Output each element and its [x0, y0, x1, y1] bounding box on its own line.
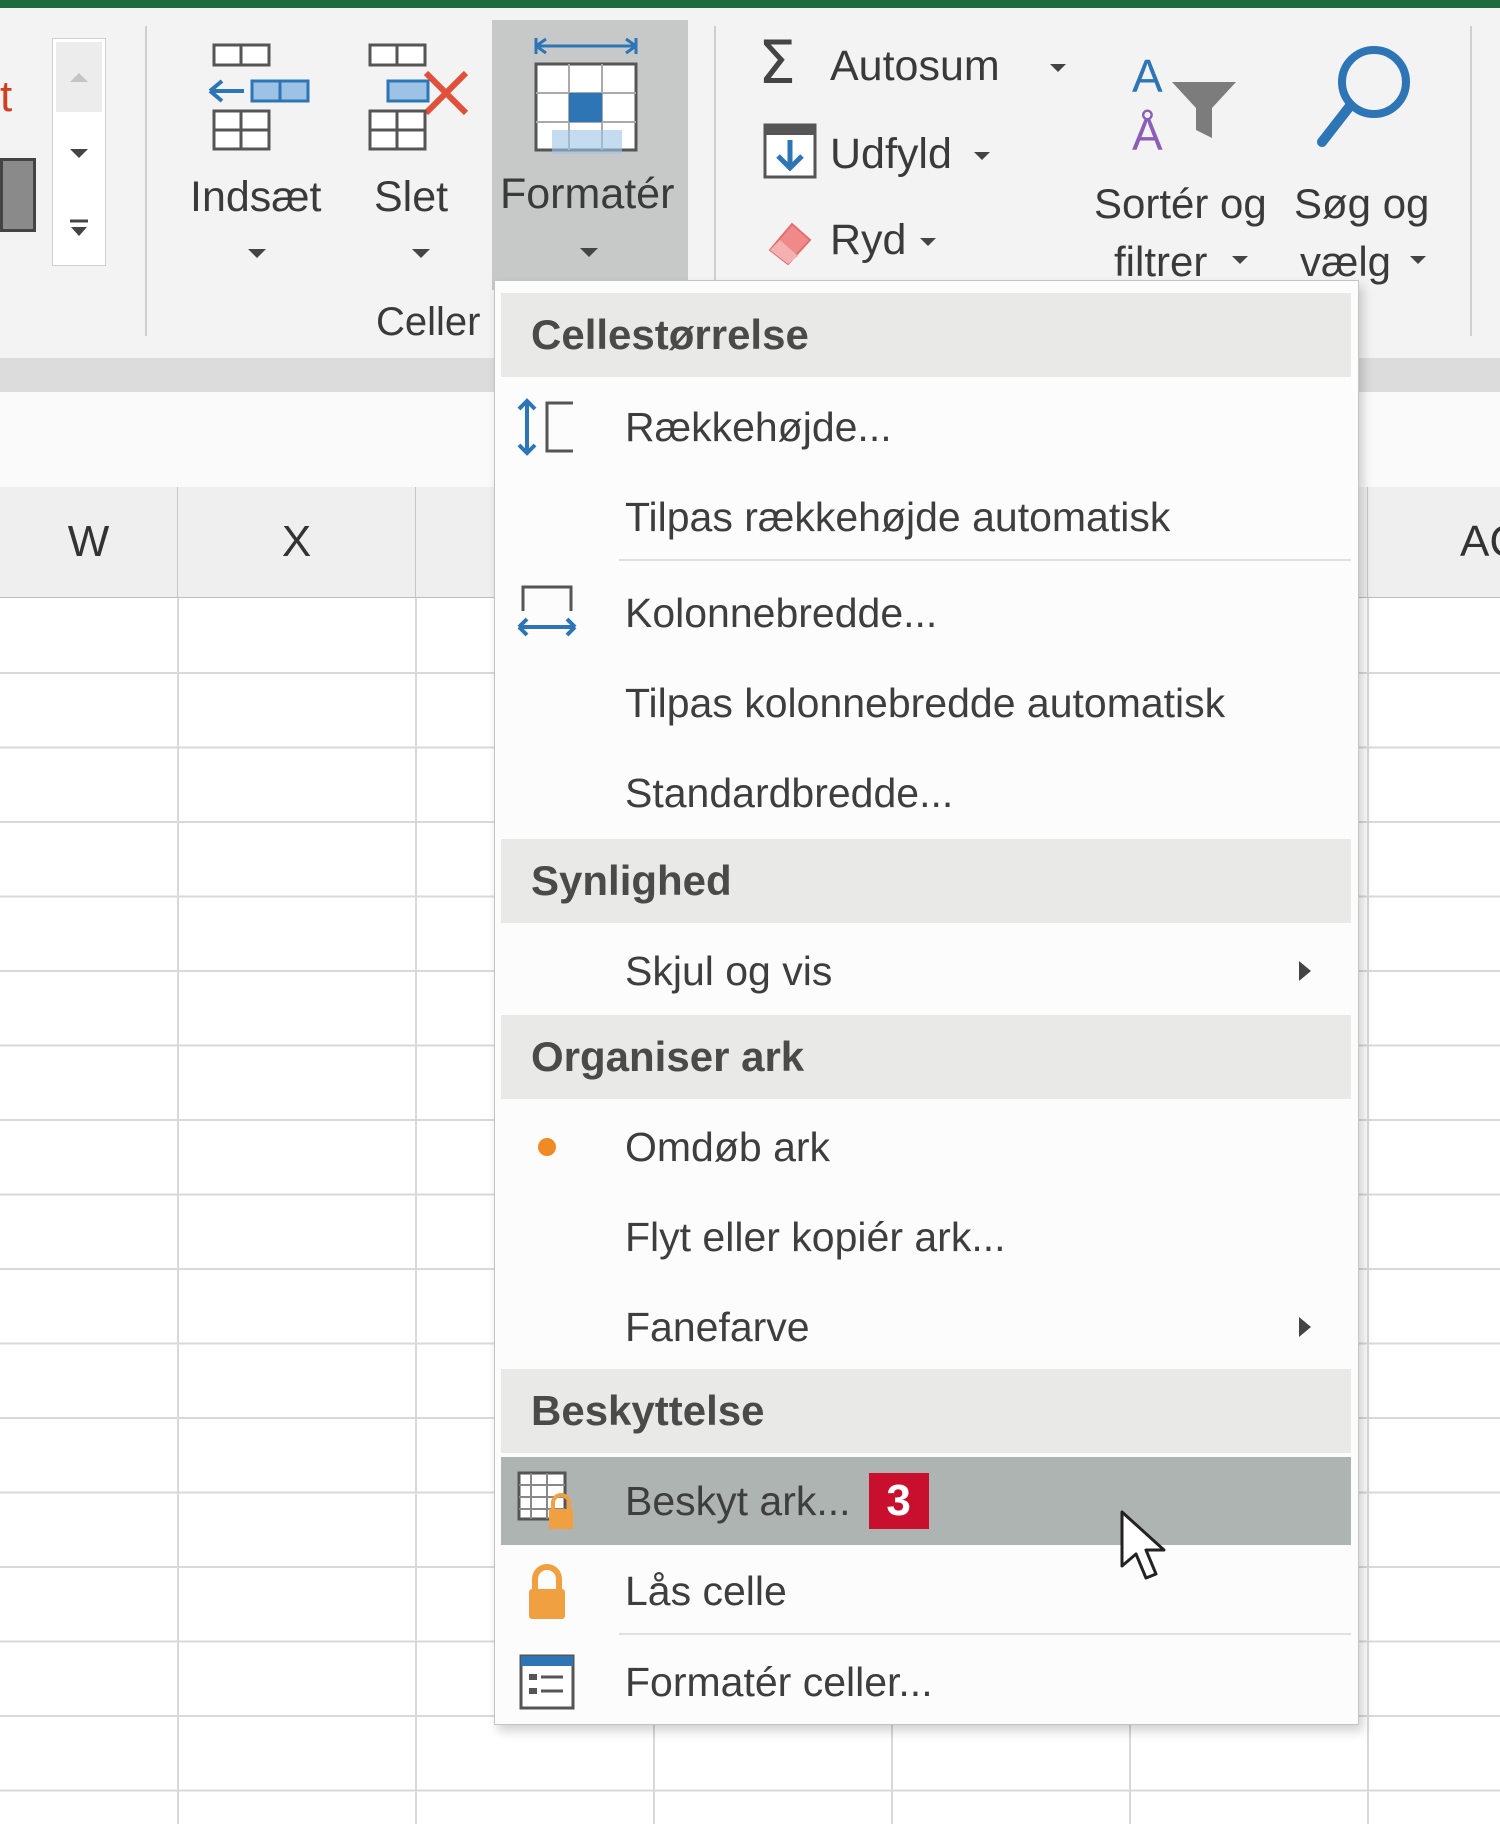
- column-width-icon: [515, 581, 579, 645]
- format-cells-dialog-icon: [515, 1650, 579, 1714]
- menu-item-label: Beskyt ark...: [625, 1477, 851, 1524]
- chevron-down-icon: [248, 249, 266, 258]
- chevron-down-icon: [70, 148, 88, 158]
- column-header[interactable]: AC: [1368, 487, 1500, 597]
- menu-item-label: Formatér celler...: [625, 1658, 933, 1705]
- mouse-cursor-icon: [1120, 1510, 1166, 1580]
- submenu-arrow-icon: [1299, 1317, 1311, 1337]
- svg-text:A: A: [1132, 50, 1163, 102]
- chevron-down-icon: [412, 249, 430, 258]
- insert-label: Indsæt: [190, 173, 322, 221]
- bullet-icon: [515, 1115, 579, 1179]
- menu-item-label: Tilpas rækkehøjde automatisk: [625, 493, 1171, 540]
- chevron-down-icon: [920, 238, 936, 246]
- menu-item-label: Flyt eller kopiér ark...: [625, 1213, 1006, 1260]
- fill-button[interactable]: Udfyld: [760, 118, 1000, 188]
- menu-item-rename-sheet[interactable]: Omdøb ark: [501, 1103, 1351, 1191]
- menu-item-label: Rækkehøjde...: [625, 403, 892, 450]
- eraser-icon: [768, 222, 812, 266]
- chevron-down-icon: [1050, 64, 1066, 72]
- find-select-button[interactable]: Søg og vælg: [1290, 38, 1450, 288]
- menu-item-autofit-column[interactable]: Tilpas kolonnebredde automatisk: [501, 659, 1351, 747]
- more-icon: [70, 219, 88, 236]
- format-button[interactable]: Formatér: [492, 20, 688, 290]
- delete-cells-icon: [368, 43, 469, 151]
- chevron-down-icon: [580, 248, 598, 257]
- menu-item-label: Omdøb ark: [625, 1123, 831, 1170]
- delete-label: Slet: [374, 173, 449, 221]
- find-label-line2: vælg: [1300, 238, 1392, 285]
- section-header-visibility: Synlighed: [501, 839, 1351, 923]
- style-gallery-scroller: [0, 38, 108, 266]
- sort-label-line1: Sortér og: [1094, 180, 1267, 227]
- menu-item-label: Skjul og vis: [625, 947, 833, 994]
- autosum-label: Autosum: [830, 42, 1000, 90]
- find-label-line1: Søg og: [1294, 180, 1430, 227]
- menu-item-lock-cell[interactable]: Lås celle: [501, 1547, 1351, 1635]
- lock-icon: [515, 1559, 579, 1623]
- format-dropdown-menu: Cellestørrelse Rækkehøjde... Tilpas rækk…: [494, 280, 1359, 1725]
- insert-cells-icon: [208, 43, 310, 151]
- menu-item-move-copy[interactable]: Flyt eller kopiér ark...: [501, 1193, 1351, 1281]
- clear-label: Ryd: [830, 216, 907, 264]
- svg-text:Å: Å: [1132, 108, 1163, 156]
- menu-item-autofit-row[interactable]: Tilpas rækkehøjde automatisk: [501, 473, 1351, 561]
- insert-button[interactable]: Indsæt: [178, 33, 336, 273]
- menu-item-row-height[interactable]: Rækkehøjde...: [501, 383, 1351, 471]
- autosum-button[interactable]: Σ Autosum: [758, 28, 1078, 104]
- sort-filter-icon: A Å: [1132, 50, 1236, 156]
- fill-down-icon: [763, 123, 817, 179]
- sigma-icon: Σ: [758, 28, 796, 98]
- format-cells-icon: [534, 37, 638, 154]
- column-header[interactable]: X: [178, 487, 416, 597]
- row-height-icon: [515, 395, 579, 459]
- section-header-organize-sheets: Organiser ark: [501, 1015, 1351, 1099]
- menu-separator: [619, 559, 1351, 561]
- menu-item-format-cells[interactable]: Formatér celler...: [501, 1641, 1351, 1723]
- gallery-down-button[interactable]: [56, 118, 102, 188]
- chevron-down-icon: [1232, 256, 1248, 264]
- step-badge: 3: [868, 1473, 929, 1529]
- chevron-down-icon: [1410, 256, 1426, 264]
- section-header-protection: Beskyttelse: [501, 1369, 1351, 1453]
- menu-item-tab-color[interactable]: Fanefarve: [501, 1283, 1351, 1371]
- menu-item-hide-unhide[interactable]: Skjul og vis: [501, 927, 1351, 1015]
- gallery-up-button[interactable]: [56, 42, 102, 112]
- fill-label: Udfyld: [830, 130, 952, 178]
- menu-item-default-width[interactable]: Standardbredde...: [501, 749, 1351, 837]
- sort-filter-button[interactable]: A Å Sortér og filtrer: [1090, 38, 1280, 288]
- delete-button[interactable]: Slet: [350, 33, 480, 273]
- menu-item-label: Lås celle: [625, 1567, 787, 1614]
- separator: [1470, 26, 1472, 336]
- format-label: Formatér: [500, 170, 675, 218]
- search-icon: [1317, 46, 1410, 147]
- sort-label-line2: filtrer: [1114, 238, 1208, 285]
- menu-item-column-width[interactable]: Kolonnebredde...: [501, 569, 1351, 657]
- menu-item-label: Tilpas kolonnebredde automatisk: [625, 679, 1226, 726]
- menu-item-label: Fanefarve: [625, 1303, 810, 1350]
- chevron-down-icon: [974, 152, 990, 160]
- menu-item-label: Standardbredde...: [625, 769, 954, 816]
- chevron-up-icon: [70, 72, 88, 82]
- section-header-cell-size: Cellestørrelse: [501, 293, 1351, 377]
- menu-item-protect-sheet[interactable]: Beskyt ark... 3: [501, 1457, 1351, 1545]
- menu-item-label: Kolonnebredde...: [625, 589, 938, 636]
- excel-window: t Indsæt Slet Formatér Celler Σ Autosum …: [0, 0, 1500, 1824]
- column-header[interactable]: W: [0, 487, 178, 597]
- menu-separator: [619, 1633, 1351, 1635]
- protect-sheet-icon: [515, 1469, 579, 1533]
- separator: [145, 26, 147, 336]
- cells-group-label: Celler: [376, 300, 481, 344]
- submenu-arrow-icon: [1299, 961, 1311, 981]
- gallery-more-button[interactable]: [56, 194, 102, 262]
- clear-button[interactable]: Ryd: [760, 204, 960, 274]
